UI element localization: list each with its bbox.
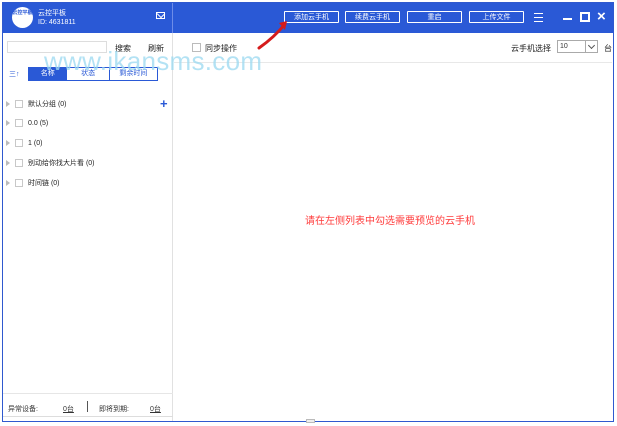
add-group-icon[interactable]: +	[160, 97, 168, 110]
expiring-count[interactable]: 0台	[150, 404, 161, 414]
checkbox[interactable]	[15, 119, 23, 128]
renew-cloud-phone-button[interactable]: 续费云手机	[345, 11, 400, 23]
account-id: ID: 4631811	[38, 19, 76, 26]
abnormal-devices-label: 异常设备:	[8, 406, 38, 413]
expand-icon[interactable]	[6, 140, 10, 147]
app-logo: 云控平板	[12, 7, 33, 28]
group-count: (5)	[39, 120, 49, 127]
group-name: 1	[28, 140, 32, 147]
expand-icon[interactable]	[6, 120, 10, 127]
expand-icon[interactable]	[6, 180, 10, 187]
cloud-phone-select-label: 云手机选择	[511, 44, 551, 53]
sort-icon[interactable]: 三↑	[9, 69, 20, 79]
selected-count: 10	[560, 43, 568, 50]
group-count: (0)	[85, 160, 95, 167]
watermark: www.ikansms.com	[44, 46, 263, 76]
group-item[interactable]: 时间链 (0)	[6, 177, 60, 191]
group-count: (0)	[57, 101, 67, 108]
top-bar: 云控平板 云控平板 ID: 4631811 添加云手机 续费云手机 重启 上传文…	[3, 3, 613, 33]
group-count: (0)	[50, 180, 60, 187]
group-count: (0)	[33, 140, 43, 147]
upload-file-button[interactable]: 上传文件	[469, 11, 524, 23]
checkbox[interactable]	[15, 100, 23, 109]
minimize-icon[interactable]	[563, 18, 572, 20]
footer-divider	[3, 416, 173, 417]
group-item[interactable]: 默认分组 (0)	[6, 98, 67, 112]
checkbox[interactable]	[15, 139, 23, 148]
expiring-label: 即将到期:	[99, 406, 129, 413]
group-name: 0.0	[28, 120, 38, 127]
footer-divider	[87, 401, 88, 412]
group-item[interactable]: 0.0 (5)	[6, 117, 48, 131]
chevron-down-icon[interactable]	[585, 41, 597, 52]
account-header: 云控平板 云控平板 ID: 4631811	[3, 3, 173, 33]
device-summary-footer: 异常设备: 0台 即将到期: 0台	[3, 393, 173, 421]
expand-icon[interactable]	[6, 160, 10, 167]
checkbox[interactable]	[15, 179, 23, 188]
close-icon[interactable]: ×	[597, 9, 606, 24]
menu-icon[interactable]	[534, 13, 543, 22]
expand-icon[interactable]	[6, 101, 10, 108]
group-item[interactable]: 1 (0)	[6, 137, 42, 151]
unit-label: 台	[604, 44, 612, 53]
restart-button[interactable]: 重启	[407, 11, 462, 23]
empty-preview-notice: 请在左侧列表中勾选需要预览的云手机	[305, 216, 475, 227]
group-item[interactable]: 别动给你找大片看 (0)	[6, 157, 95, 171]
group-name: 时间链	[28, 180, 49, 187]
group-name: 默认分组	[28, 101, 56, 108]
abnormal-devices-count[interactable]: 0台	[63, 404, 74, 414]
resize-handle[interactable]	[306, 419, 315, 423]
maximize-icon[interactable]	[580, 12, 590, 22]
mail-icon[interactable]	[156, 12, 165, 19]
group-name: 别动给你找大片看	[28, 160, 84, 167]
cloud-phone-count-select[interactable]: 10	[557, 40, 598, 53]
app-title: 云控平板	[38, 10, 66, 17]
checkbox[interactable]	[15, 159, 23, 168]
device-sidebar: 搜索 刷新 三↑ 名称 状态 剩余时间 + 默认分组 (0) 0.0 (5) 1…	[3, 33, 173, 421]
